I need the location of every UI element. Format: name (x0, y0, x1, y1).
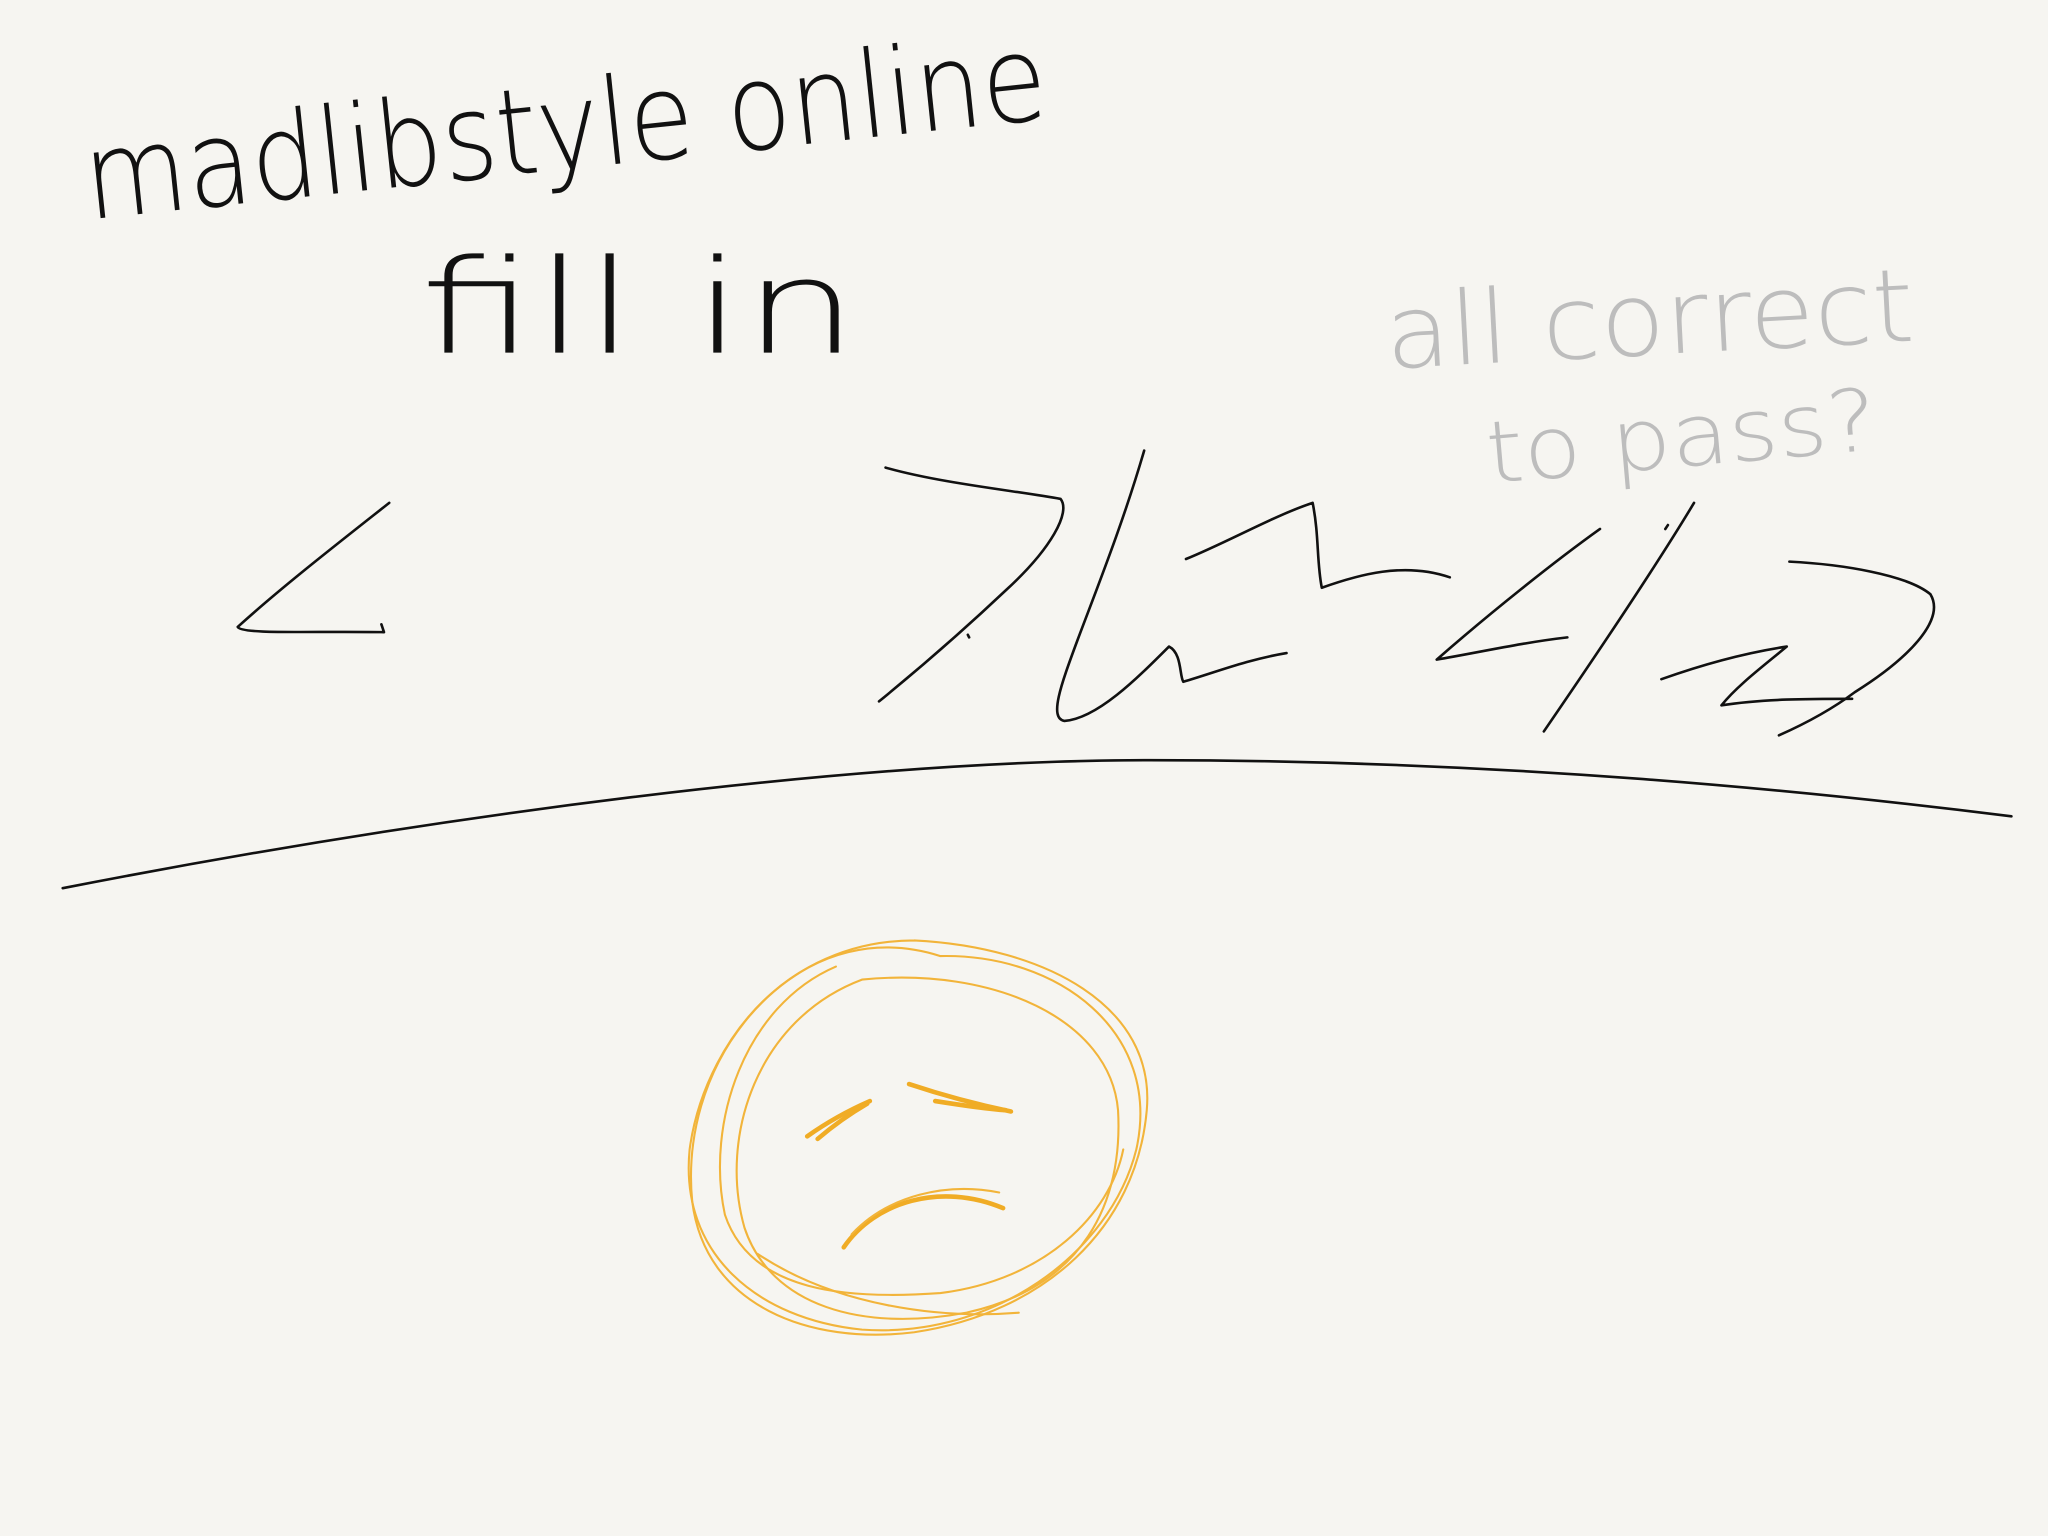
title-line-1: madlibstyle online (77, 8, 1053, 248)
title-line-2: fill in (421, 232, 859, 384)
sketch-canvas: madlibstyle online fill in all correct t… (61, 8, 2013, 1336)
divider-line (61, 758, 2013, 890)
sad-face-icon (687, 939, 1149, 1336)
less-than-icon (236, 501, 391, 634)
side-note-line-1: all correct (1382, 247, 1916, 394)
scribble-icon (877, 449, 1936, 737)
side-note-line-2: to pass? (1482, 370, 1881, 504)
